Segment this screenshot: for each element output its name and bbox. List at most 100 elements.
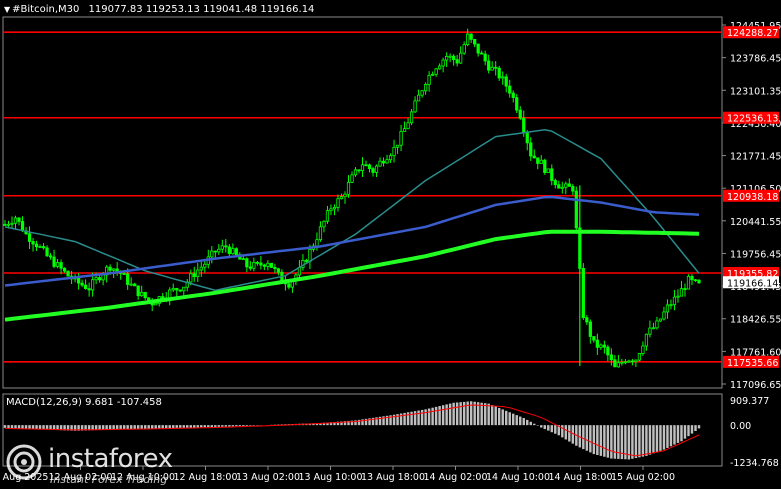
candle-body [399, 131, 403, 146]
candle-body [413, 100, 417, 113]
ma-fast-line [4, 129, 700, 292]
candle-body [343, 193, 347, 198]
candle-body [395, 144, 400, 148]
candle-body [409, 111, 414, 124]
candle-body [609, 354, 613, 361]
candle-body [259, 262, 263, 266]
candle-body [220, 245, 224, 250]
candle-body [515, 97, 519, 111]
price-tick-label: 119756.45 [730, 249, 781, 260]
candle-body [3, 224, 7, 226]
candle-body [108, 266, 112, 271]
support-resistance-levels [3, 31, 722, 363]
candle-body [234, 248, 238, 256]
candle-body [574, 190, 578, 229]
candle-body [210, 250, 214, 258]
candle-body [252, 261, 256, 269]
candle-body [168, 289, 172, 299]
candle-body [52, 256, 56, 267]
candle-body [189, 273, 193, 283]
candle-body [381, 160, 386, 164]
candle-body [374, 165, 379, 173]
candle-body [634, 359, 638, 363]
candle-body [192, 273, 196, 278]
candle-body [480, 52, 484, 55]
collapse-triangle-icon[interactable]: ▼ [4, 5, 10, 14]
macd-tick-label: 909.377 [730, 396, 769, 407]
candle-body [91, 279, 95, 291]
candle-body [364, 164, 368, 167]
candle-body [644, 333, 649, 347]
candle-body [543, 159, 547, 173]
candle-body [94, 277, 98, 281]
candle-body [38, 246, 42, 248]
candle-body [655, 320, 659, 329]
price-tick-label: 118426.55 [730, 315, 781, 326]
ma-slow-line [4, 229, 700, 322]
candle-body [581, 267, 585, 319]
candle-body [648, 327, 652, 335]
candle-body [637, 353, 642, 361]
moving-averages [4, 129, 700, 322]
candle-body [346, 181, 351, 195]
candle-body [630, 360, 635, 363]
candle-body [550, 168, 554, 181]
candle-body [497, 67, 501, 79]
candle-body [525, 131, 529, 144]
candle-body [560, 186, 564, 189]
candle-body [385, 159, 389, 164]
price-tick-label: 120441.55 [730, 217, 781, 228]
price-chart[interactable]: 909.3770.00-1234.768 124451.95123786.451… [0, 0, 781, 489]
instaforex-logo: instaforex Instant Forex Trading [6, 440, 206, 486]
chart-header: ▼ #Bitcoin,M30 119077.83 119253.13 119041… [4, 4, 314, 15]
candle-body [473, 39, 477, 45]
candle-body [199, 266, 203, 271]
candle-body [315, 239, 319, 247]
current-price-label: 119166.14 [727, 278, 778, 289]
candle-body [392, 146, 396, 157]
candle-body [126, 273, 130, 285]
candle-body [10, 222, 14, 225]
candle-body [476, 43, 480, 54]
candle-body [522, 117, 526, 133]
candle-body [332, 207, 337, 210]
level-tag-label: 122536.13 [727, 114, 778, 125]
candle-body [143, 291, 147, 299]
candle-body [553, 180, 557, 186]
candle-body [17, 217, 21, 222]
candle-body [416, 94, 421, 102]
candle-body [469, 33, 473, 40]
level-tag-label: 124288.27 [727, 28, 778, 39]
instaforex-logo-icon [6, 444, 42, 480]
candle-body [511, 92, 515, 98]
candle-body [80, 282, 84, 286]
price-pane-border [2, 16, 723, 389]
candle-body [420, 90, 424, 96]
candle-body [241, 258, 245, 261]
candle-body [62, 267, 67, 272]
candle-body [175, 288, 179, 291]
candle-body [676, 295, 680, 298]
candle-body [55, 262, 60, 267]
candle-body [112, 268, 116, 271]
candle-body [136, 285, 140, 297]
candle-body [101, 274, 105, 281]
candle-body [34, 243, 39, 248]
candle-body [571, 185, 575, 192]
candle-body [623, 361, 628, 364]
price-tick-label: 123786.45 [730, 54, 781, 65]
candle-body [325, 210, 330, 222]
candle-body [557, 184, 561, 189]
candle-body [20, 221, 25, 232]
candle-body [59, 262, 63, 269]
candle-body [504, 76, 508, 87]
candle-body [367, 164, 372, 170]
candle-body [133, 283, 137, 287]
candle-body [539, 159, 543, 164]
candle-body [441, 59, 445, 67]
candle-body [662, 311, 666, 320]
candle-body [87, 288, 91, 291]
candle-body [6, 223, 11, 226]
price-tick-label: 121771.45 [730, 152, 781, 163]
symbol-label: #Bitcoin,M30 [12, 4, 80, 15]
